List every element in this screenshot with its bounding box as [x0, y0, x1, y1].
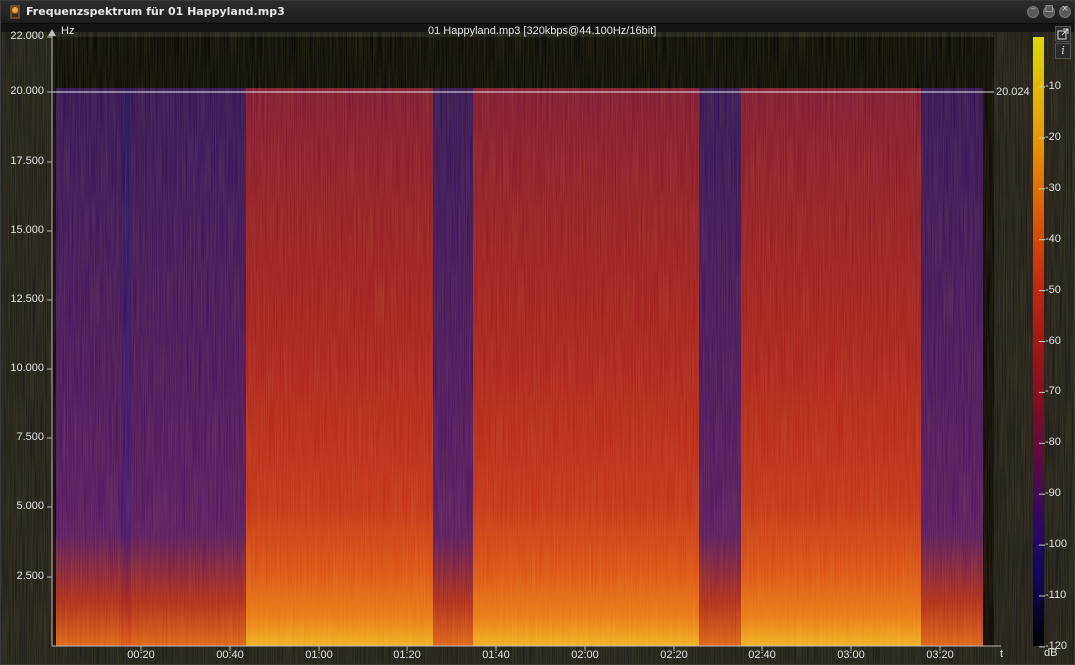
y-tick-label: 12.500: [10, 293, 44, 305]
file-info: 01 Happyland.mp3 [320kbps@44.100Hz/16bit…: [428, 25, 657, 37]
y-tick-label: 15.000: [10, 224, 44, 236]
colorbar-tick-label: -80: [1045, 436, 1061, 449]
colorbar-tick-label: -30: [1045, 181, 1061, 194]
colorbar-tick-label: -70: [1045, 385, 1061, 398]
export-icon: [1057, 28, 1069, 40]
info-button[interactable]: i: [1055, 43, 1071, 59]
colorbar-tick-label: -110: [1045, 589, 1067, 601]
x-tick-label: 02:40: [748, 649, 776, 661]
spectrogram-texture: [56, 88, 983, 646]
x-tick-label: 01:00: [305, 649, 333, 661]
colorbar-tick-label: -90: [1045, 487, 1061, 500]
cutoff-value: 20.024: [996, 86, 1030, 98]
spectrogram-chart: [47, 29, 1045, 651]
colorbar-tick-label: -10: [1045, 80, 1061, 92]
colorbar-tick-label: -100: [1045, 538, 1068, 551]
x-tick-label: 00:20: [127, 649, 155, 661]
export-button[interactable]: [1055, 26, 1071, 42]
x-tick-label: 03:00: [837, 649, 865, 661]
y-axis-arrow: [48, 29, 56, 36]
y-tick-label: 2.500: [16, 570, 44, 582]
y-unit-label: Hz: [61, 25, 75, 37]
spectrum-window: Frequenzspektrum für 01 Happyland.mp3 – …: [0, 0, 1075, 665]
x-tick-label: 02:20: [660, 649, 688, 661]
y-tick-label: 17.500: [10, 155, 44, 167]
colorbar-tick-label: -50: [1045, 283, 1061, 296]
y-tick-marks: [47, 36, 52, 578]
x-tick-label: 00:40: [216, 649, 244, 661]
y-tick-label: 10.000: [10, 362, 44, 374]
x-tick-marks: [140, 646, 941, 651]
y-tick-label: 22.000: [10, 30, 44, 42]
x-unit-label: t: [1000, 648, 1004, 660]
y-tick-label: 20.000: [10, 85, 44, 97]
colorbar-tick-label: -120: [1045, 639, 1068, 652]
colorbar-tick-label: -60: [1045, 334, 1061, 347]
y-tick-label: 7.500: [16, 431, 44, 443]
x-tick-label: 03:20: [926, 649, 954, 661]
y-tick-label: 5.000: [16, 500, 44, 512]
x-tick-label: 01:40: [482, 649, 510, 661]
x-tick-label: 02:00: [571, 649, 599, 661]
colorbar-tick-label: -40: [1045, 232, 1061, 245]
x-tick-label: 01:20: [393, 649, 421, 661]
colorbar-tick-label: -20: [1045, 130, 1061, 143]
